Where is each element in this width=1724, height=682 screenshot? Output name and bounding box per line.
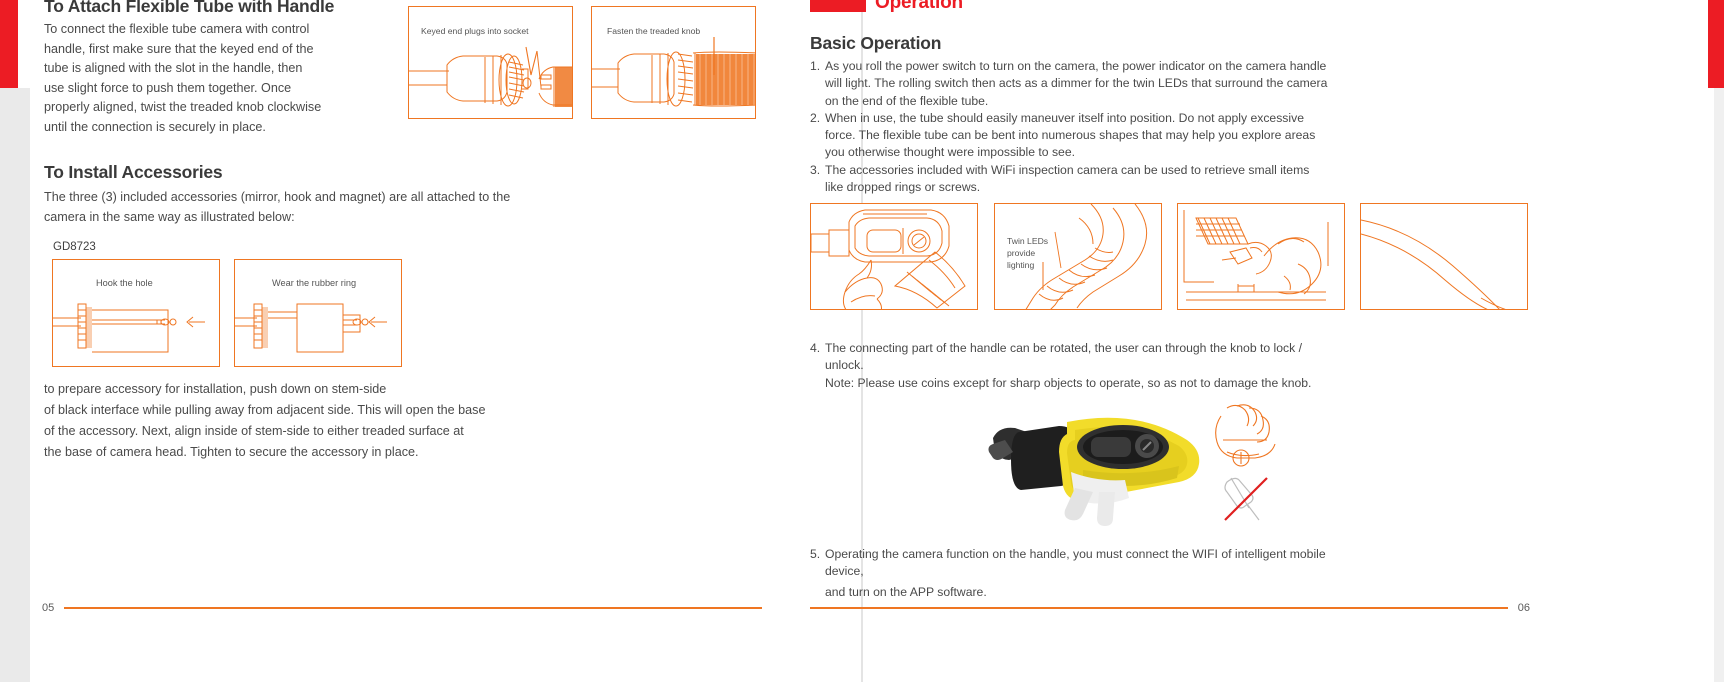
left-page: To Attach Flexible Tube with Handle To c… bbox=[0, 0, 862, 682]
figure-caption-keyed-end: Keyed end plugs into socket bbox=[421, 26, 529, 36]
list-item-continuation: and turn on the APP software. bbox=[825, 584, 1330, 601]
list-item: 5. Operating the camera function on the … bbox=[810, 546, 1330, 581]
closing-paragraph: to prepare accessory for installation, p… bbox=[44, 382, 486, 459]
model-label: GD8723 bbox=[53, 241, 96, 253]
list-item-4: 4. The connecting part of the handle can… bbox=[810, 340, 1330, 392]
list-item-text: Operating the camera function on the han… bbox=[825, 547, 1326, 579]
wear-rubber-ring-illustration bbox=[235, 303, 387, 353]
handle-and-coin-photo bbox=[988, 404, 1276, 526]
list-item: 3. The accessories included with WiFi in… bbox=[810, 162, 1330, 197]
list-item-number: 2. bbox=[810, 110, 821, 125]
page-number-left: 05 bbox=[42, 602, 55, 614]
section-title-attach-tube: To Attach Flexible Tube with Handle bbox=[44, 0, 335, 16]
list-item-text: The connecting part of the handle can be… bbox=[825, 341, 1302, 373]
operation-header: Operation bbox=[810, 0, 963, 14]
figure-hook-the-hole: Hook the hole bbox=[52, 259, 220, 367]
subheading-basic-operation: Basic Operation bbox=[810, 33, 942, 53]
list-item-text: When in use, the tube should easily mane… bbox=[825, 110, 1316, 160]
gray-edge-strip-right bbox=[1714, 88, 1724, 682]
power-switch-illustration bbox=[811, 209, 966, 309]
basic-operation-list: 1. As you roll the power switch to turn … bbox=[810, 58, 1330, 196]
figure-power-switch bbox=[810, 203, 978, 310]
list-item: 2. When in use, the tube should easily m… bbox=[810, 110, 1330, 162]
header-title: Operation bbox=[875, 0, 963, 13]
list-item-number: 1. bbox=[810, 59, 821, 73]
list-item: 4. The connecting part of the handle can… bbox=[810, 340, 1330, 375]
red-edge-tab-right bbox=[1708, 0, 1724, 88]
list-item-text-line2: and turn on the APP software. bbox=[825, 584, 987, 599]
list-item-note: Note: Please use coins except for sharp … bbox=[825, 375, 1330, 392]
list-item-text: The accessories included with WiFi inspe… bbox=[825, 162, 1310, 195]
list-item-text: As you roll the power switch to turn on … bbox=[825, 59, 1328, 108]
list-item-number: 5. bbox=[810, 547, 821, 561]
section-paragraph-install-accessories: The three (3) included accessories (mirr… bbox=[44, 190, 511, 224]
header-red-bar bbox=[810, 0, 866, 12]
figure-keyed-end: Keyed end plugs into socket bbox=[408, 6, 573, 119]
figure-caption-wear-rubber-ring: Wear the rubber ring bbox=[272, 278, 357, 288]
figure-caption-hook-the-hole: Hook the hole bbox=[96, 278, 153, 288]
flexible-tube-illustration bbox=[1361, 219, 1506, 309]
figure-fasten-knob: Fasten the treaded knob bbox=[591, 6, 756, 119]
figure-inspection-use bbox=[1177, 203, 1345, 310]
list-item-5: 5. Operating the camera function on the … bbox=[810, 546, 1330, 601]
section-title-install-accessories: To Install Accessories bbox=[44, 162, 223, 182]
list-item-number: 3. bbox=[810, 162, 821, 177]
page-number-right: 06 bbox=[1517, 602, 1530, 614]
inspection-use-illustration bbox=[1183, 210, 1329, 301]
hook-the-hole-illustration bbox=[53, 303, 205, 353]
figure-caption-twin-leds: Twin LEDs provide lighting bbox=[1007, 236, 1049, 270]
figure-caption-fasten-knob: Fasten the treaded knob bbox=[607, 26, 701, 36]
gray-edge-strip bbox=[0, 88, 30, 682]
section-paragraph-attach-tube: To connect the flexible tube camera with… bbox=[44, 22, 322, 134]
keyed-end-illustration bbox=[409, 46, 572, 107]
footer-right: 06 bbox=[810, 602, 1530, 614]
figure-flexible-tube bbox=[1360, 203, 1528, 310]
figure-twin-leds: Twin LEDs provide lighting bbox=[994, 203, 1162, 310]
footer-rule-left bbox=[64, 607, 762, 609]
red-edge-tab bbox=[0, 0, 18, 88]
product-photo-group bbox=[975, 400, 1335, 530]
fasten-knob-illustration bbox=[592, 37, 755, 107]
list-item: 1. As you roll the power switch to turn … bbox=[810, 58, 1330, 110]
footer-rule-right bbox=[810, 607, 1508, 609]
list-item-note-text: Note: Please use coins except for sharp … bbox=[825, 375, 1312, 390]
figure-wear-rubber-ring: Wear the rubber ring bbox=[234, 259, 402, 367]
footer-left: 05 bbox=[42, 602, 762, 614]
list-item-number: 4. bbox=[810, 341, 821, 355]
